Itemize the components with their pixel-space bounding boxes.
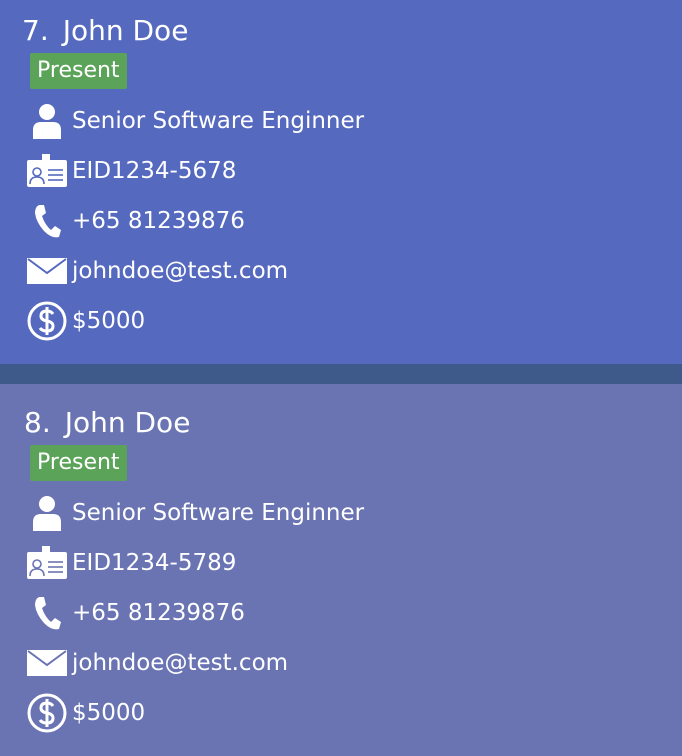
email-row: johndoe@test.com xyxy=(26,251,288,291)
employee-id-row: EID1234-5789 xyxy=(26,543,236,583)
email-row: johndoe@test.com xyxy=(26,643,288,683)
salary-text: $5000 xyxy=(72,308,146,334)
phone-row: +65 81239876 xyxy=(26,593,245,633)
dollar-icon xyxy=(26,301,68,341)
id-card-icon xyxy=(26,151,68,191)
employee-id-text: EID1234-5789 xyxy=(72,550,237,576)
phone-icon xyxy=(26,593,68,633)
email-text: johndoe@test.com xyxy=(72,650,289,676)
person-name-line: 8. John Doe xyxy=(24,406,190,440)
salary-row: $5000 xyxy=(26,693,145,733)
phone-text: +65 81239876 xyxy=(72,208,245,234)
status-badge: Present xyxy=(30,445,127,481)
person-name: John Doe xyxy=(64,406,191,439)
role-row: Senior Software Enginner xyxy=(26,101,364,141)
role-text: Senior Software Enginner xyxy=(72,500,365,526)
status-badge: Present xyxy=(30,53,127,89)
dollar-icon xyxy=(26,693,68,733)
role-text: Senior Software Enginner xyxy=(72,108,365,134)
employee-id-row: EID1234-5678 xyxy=(26,151,236,191)
id-card-icon xyxy=(26,543,68,583)
phone-text: +65 81239876 xyxy=(72,600,245,626)
person-card-8[interactable]: 8. John Doe Present Senior Software Engin… xyxy=(0,384,682,756)
person-icon xyxy=(26,493,68,533)
role-row: Senior Software Enginner xyxy=(26,493,364,533)
person-index: 8. xyxy=(24,406,51,439)
phone-row: +65 81239876 xyxy=(26,201,245,241)
person-icon xyxy=(26,101,68,141)
email-text: johndoe@test.com xyxy=(72,258,289,284)
person-card-7[interactable]: 7. John Doe Present Senior Software Engin… xyxy=(0,0,682,364)
person-index: 7. xyxy=(22,14,49,47)
salary-text: $5000 xyxy=(72,700,146,726)
employee-id-text: EID1234-5678 xyxy=(72,158,237,184)
mail-icon xyxy=(26,251,68,291)
person-name-line: 7. John Doe xyxy=(22,14,188,48)
salary-row: $5000 xyxy=(26,301,145,341)
mail-icon xyxy=(26,643,68,683)
person-name: John Doe xyxy=(62,14,189,47)
phone-icon xyxy=(26,201,68,241)
